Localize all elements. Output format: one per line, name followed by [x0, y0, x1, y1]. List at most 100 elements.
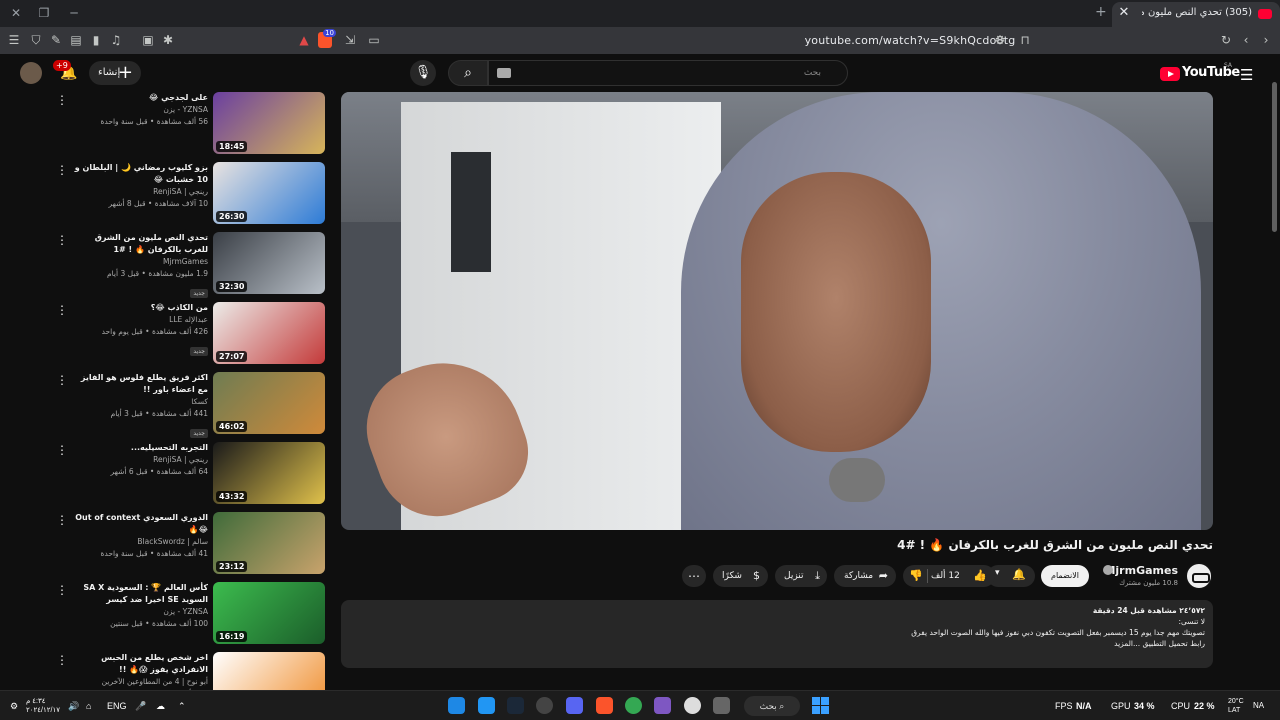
list-item[interactable]: 1:33:45⋮اخر شخص يطلع من الحبس الانفرادي …: [0, 652, 330, 692]
reload-icon[interactable]: ↻: [1218, 32, 1234, 48]
twitch-taskbar-icon[interactable]: [654, 697, 671, 714]
network-icon[interactable]: ⌂: [86, 697, 91, 715]
channel-name[interactable]: أبو نوح | 4 من المطاوعين الآخرين: [70, 676, 208, 688]
list-item[interactable]: 23:12 ⋮ الدوري السعودي Out of context 😂🔥 سا…: [0, 512, 330, 578]
chrome-taskbar-icon[interactable]: [625, 697, 642, 714]
weather-widget[interactable]: 20°C LAT: [1228, 697, 1244, 715]
video-title[interactable]: اكثر فريق يطلع فلوس هو الفايز مع اعضاء ب…: [70, 372, 208, 396]
video-frame-window: [451, 152, 491, 272]
windows-start-icon[interactable]: [812, 697, 829, 714]
video-thumbnail[interactable]: [213, 652, 325, 692]
clock[interactable]: ٤:٣٤ م ٢٠٢٤/١٢/١٧: [26, 697, 62, 715]
back-icon[interactable]: ‹: [1238, 32, 1254, 48]
settings-taskbar-icon[interactable]: [684, 697, 701, 714]
chevron-up-icon[interactable]: ⌃: [178, 697, 186, 715]
description-box[interactable]: ٢٤٬٥٧٢ مشاهدة قبل 24 دقيقة لا تنسى: تصوي…: [341, 600, 1213, 668]
more-options-icon[interactable]: ⋮: [56, 304, 68, 316]
bookmark-icon[interactable]: ⊓: [1017, 32, 1033, 48]
more-options-icon[interactable]: ⋮: [56, 514, 68, 526]
voice-search-button[interactable]: 🎙: [410, 60, 436, 86]
channel-name[interactable]: YZNSA - يزن: [70, 104, 208, 116]
channel-name[interactable]: رينجي | RenjiSA: [70, 186, 208, 198]
taskbar-search[interactable]: بحث ⌕: [744, 696, 800, 716]
video-player[interactable]: [341, 92, 1213, 530]
view-count: 1.9 مليون مشاهدة • قبل 3 أيام: [106, 269, 208, 278]
steam-client-taskbar-icon[interactable]: [507, 697, 524, 714]
obs-taskbar-icon[interactable]: [536, 697, 553, 714]
forward-icon[interactable]: ›: [1258, 32, 1274, 48]
view-date-meta: ٢٤٬٥٧٢ مشاهدة قبل 24 دقيقة: [1092, 606, 1205, 615]
microphone-icon[interactable]: 🎤: [135, 697, 146, 715]
more-options-icon[interactable]: ⋮: [56, 444, 68, 456]
video-title[interactable]: تحدي النص مليون من الشرق للغرب بالكرفان …: [70, 232, 208, 256]
guide-menu-icon[interactable]: ☰: [1240, 66, 1253, 84]
list-item[interactable]: 46:02 ⋮ اكثر فريق يطلع فلوس هو الفايز مع ا…: [0, 372, 330, 438]
tab-close-icon[interactable]: ✕: [1116, 5, 1132, 21]
close-window-icon[interactable]: ✕: [6, 4, 26, 22]
more-options-icon[interactable]: ⋮: [56, 584, 68, 596]
more-options-icon[interactable]: ⋮: [56, 654, 68, 666]
brave-taskbar-icon[interactable]: [596, 697, 613, 714]
video-title[interactable]: اخر شخص يطلع من الحبس الانفرادي يفوز 😱🔥 …: [70, 652, 208, 676]
thanks-button[interactable]: $ شكرًا: [713, 565, 768, 587]
video-title[interactable]: بزو كليوب رمضاني 🌙 | البلطان و 10 خشبات …: [70, 162, 208, 186]
task-view-icon[interactable]: [713, 697, 730, 714]
channel-name[interactable]: كسكا: [70, 396, 208, 408]
like-icon[interactable]: 👍: [973, 565, 987, 587]
steam-taskbar-icon[interactable]: [448, 697, 465, 714]
minimize-window-icon[interactable]: ─: [64, 4, 84, 22]
new-tab-button[interactable]: +: [1095, 4, 1107, 20]
video-title[interactable]: الدوري السعودي Out of context 😂🔥: [70, 512, 208, 536]
more-actions-button[interactable]: ⋯: [682, 565, 706, 587]
site-settings-icon[interactable]: ⚙: [992, 32, 1008, 48]
list-item[interactable]: 16:19 ⋮ كأس العالم 🏆 : السعودية SA X السوي…: [0, 582, 330, 648]
more-options-icon[interactable]: ⋮: [56, 234, 68, 246]
view-count: 10 آلاف مشاهدة • قبل 8 أشهر: [108, 199, 208, 208]
onedrive-icon[interactable]: ☁: [156, 697, 165, 715]
avatar[interactable]: [20, 62, 42, 84]
search-input[interactable]: بحث: [488, 60, 848, 86]
mic-icon: 🎙: [414, 65, 432, 80]
notifications-button[interactable]: 🔔 +9: [53, 60, 77, 81]
list-item[interactable]: 43:32 ⋮ التجربه التحسيليه... رينجي | RenjiS…: [0, 442, 330, 508]
search-button[interactable]: ⌕: [448, 60, 488, 86]
list-item[interactable]: 27:07 ⋮ من الكاذب 😂؟ عبدالإله LLE 426 ألف مش…: [0, 302, 330, 368]
channel-name[interactable]: عبدالإله LLE: [70, 314, 208, 326]
channel-name[interactable]: MjrmGames: [70, 256, 208, 268]
list-item[interactable]: 26:30 ⋮ بزو كليوب رمضاني 🌙 | البلطان و 10 …: [0, 162, 330, 228]
app-taskbar-icon[interactable]: [478, 697, 495, 714]
join-button[interactable]: الانضمام: [1041, 565, 1089, 587]
create-button[interactable]: إنشاء +: [89, 61, 141, 85]
video-title[interactable]: على لجدجي 😂: [70, 92, 208, 104]
list-item[interactable]: 32:30 ⋮ تحدي النص مليون من الشرق للغرب بال…: [0, 232, 330, 298]
fps-label: FPS: [1055, 701, 1073, 711]
weather-icon[interactable]: ⚙: [10, 697, 18, 715]
more-options-icon[interactable]: ⋮: [56, 164, 68, 176]
page-scrollbar[interactable]: [1272, 82, 1277, 232]
video-title[interactable]: التجربه التحسيليه...: [70, 442, 208, 454]
channel-name[interactable]: سالم | BlackSwordz: [70, 536, 208, 548]
channel-name[interactable]: YZNSA - يزن: [70, 606, 208, 618]
like-count[interactable]: 12 ألف: [931, 565, 960, 587]
maximize-window-icon[interactable]: ❐: [34, 4, 54, 22]
list-item[interactable]: 18:45 ⋮ على لجدجي 😂 YZNSA - يزن 56 ألف مشاهد…: [0, 92, 330, 158]
download-button[interactable]: ⤓ تنزيل: [775, 565, 827, 587]
browser-tab[interactable]: ✕ (305) تحدي النص مليون من الش...: [1112, 2, 1280, 27]
dislike-icon[interactable]: 👎: [909, 565, 923, 587]
duration-badge: 23:12: [216, 561, 248, 572]
channel-name[interactable]: MjrmGames: [1104, 564, 1178, 577]
channel-name[interactable]: رينجي | RenjiSA: [70, 454, 208, 466]
volume-icon[interactable]: 🔊: [68, 697, 79, 715]
video-title[interactable]: كأس العالم 🏆 : السعودية SA X السويد SE ا…: [70, 582, 208, 606]
clock-time: ٤:٣٤ م: [26, 698, 46, 705]
channel-avatar[interactable]: [1185, 562, 1213, 590]
language-indicator[interactable]: ENG: [107, 697, 127, 715]
video-title[interactable]: من الكاذب 😂؟: [70, 302, 208, 314]
youtube-logo[interactable]: YouTube SA: [1160, 62, 1240, 83]
share-button[interactable]: ➦ مشاركة: [834, 565, 896, 587]
more-options-icon[interactable]: ⋮: [56, 374, 68, 386]
keyboard-icon[interactable]: [497, 68, 511, 78]
more-options-icon[interactable]: ⋮: [56, 94, 68, 106]
discord-taskbar-icon[interactable]: [566, 697, 583, 714]
address-bar[interactable]: youtube.com/watch?v=S9khQcdo8tg: [0, 34, 1280, 47]
